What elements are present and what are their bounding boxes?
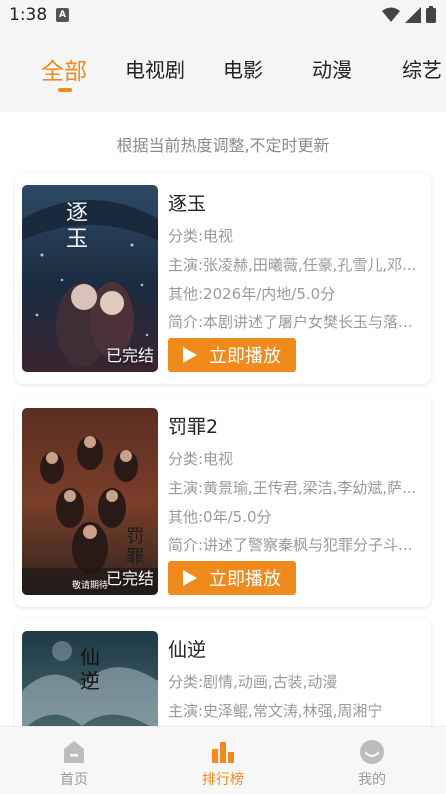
tab-all[interactable]: 全部: [41, 52, 87, 86]
list-item[interactable]: 已完结 逐玉 逐玉 分类:电视 主演:张凌赫,田曦薇,任豪,孔雪儿,邓... 其…: [15, 173, 431, 384]
poster-image[interactable]: 已完结 逐玉: [22, 185, 158, 372]
status-bar: 1:38 A: [0, 0, 446, 32]
nav-ranking[interactable]: 排行榜: [178, 735, 268, 789]
item-cast: 主演:史泽鲲,常文涛,林强,周湘宁: [168, 702, 383, 720]
item-intro: 简介:讲述了警察秦枫与犯罪分子斗...: [168, 536, 413, 554]
item-cast: 主演:黄景瑜,王传君,梁洁,李幼斌,萨...: [168, 479, 417, 497]
status-time: 1:38: [9, 5, 48, 25]
poster-image[interactable]: 罚罪 敬请期待 已完结: [22, 408, 158, 595]
wifi-icon: [382, 7, 400, 22]
poster-title: 罚罪: [126, 526, 144, 568]
item-category: 分类:电视: [168, 450, 234, 468]
nav-ranking-label: 排行榜: [202, 772, 244, 788]
nav-home-label: 首页: [60, 772, 88, 788]
play-button-label: 立即播放: [209, 346, 281, 367]
list-item[interactable]: 罚罪 敬请期待 已完结 罚罪2 分类:电视 主演:黄景瑜,王传君,梁洁,李幼斌,…: [15, 396, 431, 607]
play-now-button[interactable]: 立即播放: [168, 561, 296, 595]
poster-title: 仙逆: [80, 645, 100, 693]
item-other: 其他:0年/5.0分: [168, 508, 272, 526]
status-indicators: [382, 6, 436, 23]
poster-subtitle: 敬请期待: [72, 581, 109, 591]
status-badge: 已完结: [105, 346, 154, 365]
nav-profile-label: 我的: [358, 772, 386, 788]
tab-anime[interactable]: 动漫: [312, 54, 352, 83]
status-badge: 已完结: [105, 569, 154, 588]
poster-title: 逐玉: [66, 201, 89, 252]
category-tabs: 全部 电视剧 电影 动漫 综艺: [0, 32, 446, 104]
battery-icon: [426, 6, 436, 23]
profile-icon: [360, 740, 384, 764]
tab-variety[interactable]: 综艺: [402, 54, 442, 83]
item-intro: 简介:本剧讲述了屠户女樊长玉与落...: [168, 313, 413, 331]
play-now-button[interactable]: 立即播放: [168, 338, 296, 372]
ranking-hint: 根据当前热度调整,不定时更新: [116, 136, 330, 155]
bottom-navigation: 首页 排行榜 我的: [0, 726, 446, 794]
app-notification-icon: A: [56, 8, 69, 22]
item-category: 分类:剧情,动画,古装,动漫: [168, 673, 338, 691]
play-icon: [183, 347, 197, 363]
item-category: 分类:电视: [168, 227, 234, 245]
home-icon: [64, 741, 84, 763]
active-tab-indicator: [58, 88, 72, 92]
tab-tv-series[interactable]: 电视剧: [125, 54, 185, 83]
nav-home[interactable]: 首页: [29, 735, 119, 789]
item-title[interactable]: 仙逆: [168, 635, 206, 662]
ranking-icon: [212, 742, 234, 763]
signal-icon: [405, 6, 421, 23]
item-title[interactable]: 罚罪2: [168, 412, 218, 439]
item-cast: 主演:张凌赫,田曦薇,任豪,孔雪儿,邓...: [168, 256, 417, 274]
tab-movies[interactable]: 电影: [223, 54, 263, 83]
item-title[interactable]: 逐玉: [168, 189, 206, 216]
play-button-label: 立即播放: [209, 569, 281, 590]
item-other: 其他:2026年/内地/5.0分: [168, 285, 336, 303]
play-icon: [183, 570, 197, 586]
nav-profile[interactable]: 我的: [327, 735, 417, 789]
